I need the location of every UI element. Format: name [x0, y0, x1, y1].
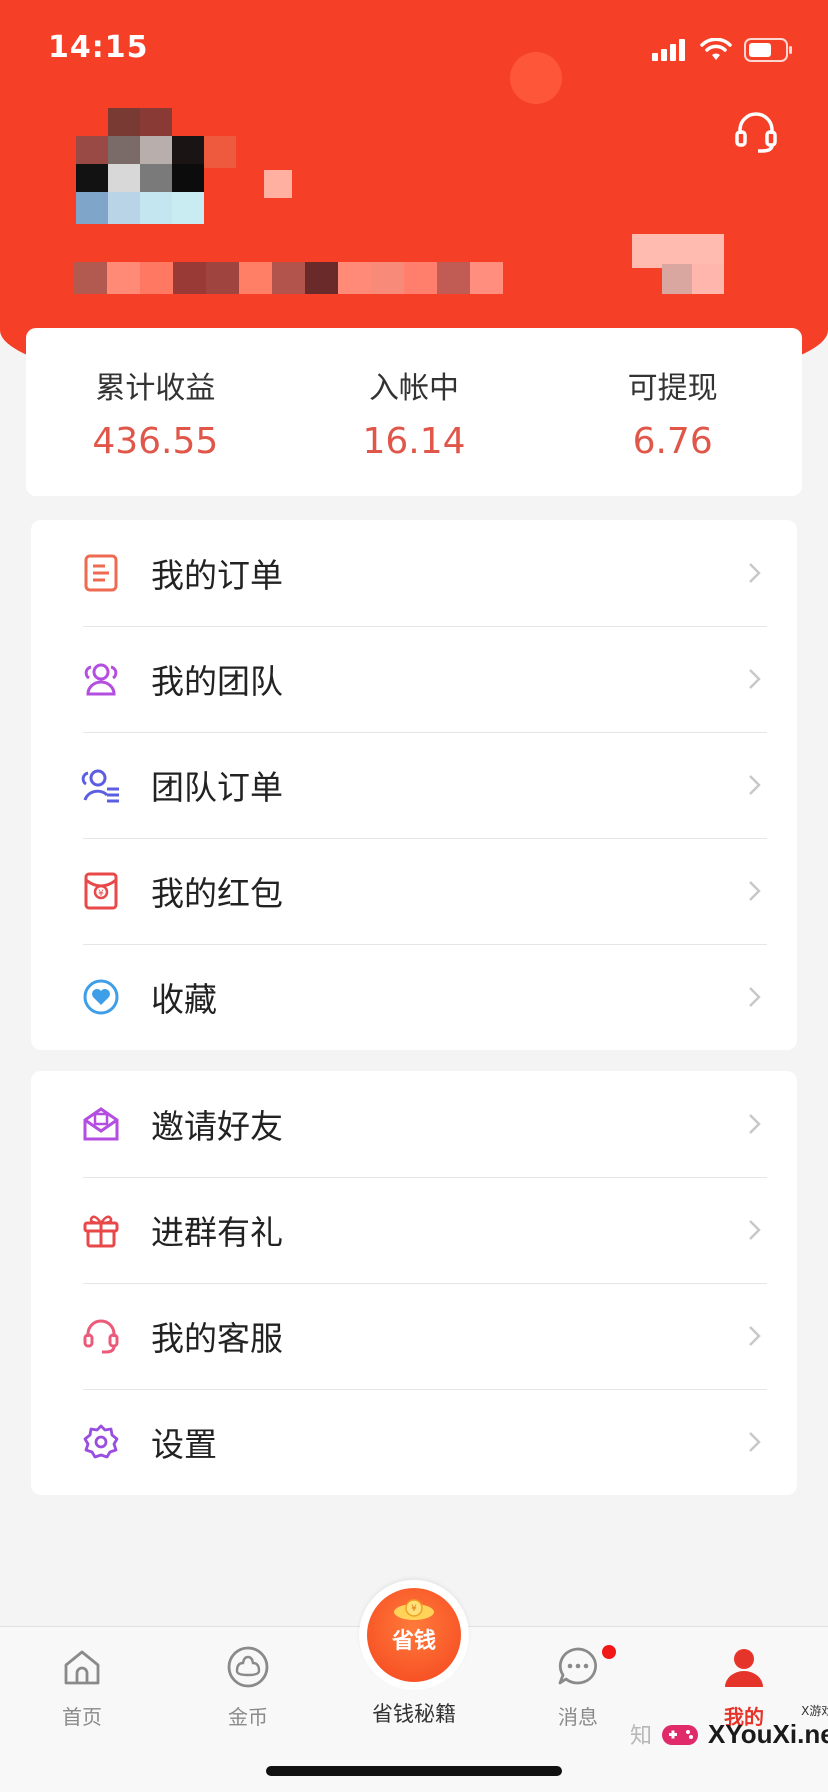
menu-item-join-group-gift[interactable]: 进群有礼 [31, 1177, 797, 1283]
order-icon [81, 553, 121, 593]
watermark-site: XYouXi.net [708, 1718, 828, 1749]
menu-item-team-orders[interactable]: 团队订单 [31, 732, 797, 838]
tab-coins[interactable]: 金币 [188, 1643, 308, 1743]
stat-value: 6.76 [632, 420, 713, 462]
coin-icon [224, 1643, 272, 1691]
avatar[interactable] [74, 108, 292, 236]
menu-label: 我的团队 [151, 662, 283, 701]
tab-label: 省钱秘籍 [372, 1702, 456, 1726]
earnings-card: 累计收益 436.55 入帐中 16.14 可提现 6.76 [26, 328, 802, 496]
invite-icon [81, 1104, 121, 1144]
member-badge[interactable] [632, 234, 724, 294]
menu-item-invite-friends[interactable]: 邀请好友 [31, 1071, 797, 1177]
watermark: 知 XYouXi.net X游戏 [630, 1704, 828, 1750]
chevron-right-icon [749, 1220, 761, 1240]
menu-item-red-envelope[interactable]: ¥ 我的红包 [31, 838, 797, 944]
center-badge-text: 省钱 [391, 1629, 436, 1654]
center-tab-ring: ¥ 省钱 [359, 1580, 469, 1690]
menu-group-main: 我的订单 我的团队 团队订单 ¥ 我的红包 收藏 [31, 520, 797, 1050]
stat-value: 16.14 [362, 420, 466, 462]
tab-label: 金币 [228, 1705, 268, 1729]
menu-item-my-team[interactable]: 我的团队 [31, 626, 797, 732]
tab-label: 消息 [558, 1705, 598, 1729]
zhihu-watermark: 知 [630, 1724, 653, 1749]
menu-label: 设置 [151, 1425, 217, 1464]
chevron-right-icon [749, 1432, 761, 1452]
chevron-right-icon [749, 669, 761, 689]
svg-text:¥: ¥ [411, 1604, 417, 1614]
status-bar: 14:15 [0, 0, 828, 100]
wifi-icon [700, 38, 732, 60]
favorite-icon [81, 977, 121, 1017]
chevron-right-icon [749, 1326, 761, 1346]
menu-label: 收藏 [151, 980, 217, 1019]
tab-messages[interactable]: 消息 [518, 1643, 638, 1743]
home-indicator [266, 1766, 562, 1776]
menu-item-settings[interactable]: 设置 [31, 1389, 797, 1495]
headset-icon [735, 112, 777, 153]
tab-money-saving-tips[interactable]: ¥ 省钱 省钱秘籍 [359, 1580, 469, 1780]
stat-label: 可提现 [627, 370, 718, 406]
watermark-small: X游戏 [801, 1704, 828, 1718]
chevron-right-icon [749, 1114, 761, 1134]
menu-label: 我的客服 [151, 1319, 283, 1358]
customer-service-button[interactable] [730, 106, 782, 158]
profile-icon [720, 1643, 768, 1691]
stat-label: 入帐中 [368, 370, 459, 406]
notification-dot [602, 1645, 616, 1659]
chevron-right-icon [749, 563, 761, 583]
chevron-right-icon [749, 775, 761, 795]
team-icon [81, 659, 121, 699]
menu-label: 进群有礼 [151, 1213, 283, 1252]
chevron-right-icon [749, 987, 761, 1007]
home-icon [58, 1643, 106, 1691]
username [74, 262, 503, 294]
team-order-icon [81, 765, 121, 805]
chevron-right-icon [749, 881, 761, 901]
money-bag-icon: ¥ 省钱 [367, 1588, 461, 1682]
battery-icon [744, 38, 792, 62]
settings-icon [81, 1422, 121, 1462]
menu-item-customer-service[interactable]: 我的客服 [31, 1283, 797, 1389]
gamepad-logo-icon [662, 1725, 699, 1745]
menu-group-secondary: 邀请好友 进群有礼 我的客服 设置 [31, 1071, 797, 1495]
status-icons [652, 38, 794, 62]
menu-item-favorites[interactable]: 收藏 [31, 944, 797, 1050]
message-icon [554, 1643, 602, 1691]
stat-total-earnings[interactable]: 累计收益 436.55 [35, 363, 275, 462]
menu-item-my-orders[interactable]: 我的订单 [31, 520, 797, 626]
red-envelope-icon: ¥ [81, 871, 121, 911]
menu-label: 我的订单 [151, 556, 283, 595]
stat-label: 累计收益 [95, 370, 216, 406]
menu-label: 团队订单 [151, 768, 283, 807]
menu-label: 邀请好友 [151, 1107, 283, 1146]
menu-label: 我的红包 [151, 874, 283, 913]
stat-withdrawable[interactable]: 可提现 6.76 [553, 363, 793, 462]
headset-icon [81, 1316, 121, 1356]
tab-label: 首页 [62, 1705, 102, 1729]
status-time: 14:15 [48, 30, 149, 65]
gift-icon [81, 1210, 121, 1250]
stat-pending[interactable]: 入帐中 16.14 [294, 363, 534, 462]
tab-home[interactable]: 首页 [22, 1643, 142, 1743]
stat-value: 436.55 [92, 420, 219, 462]
svg-text:¥: ¥ [98, 889, 104, 899]
signal-icon [652, 39, 685, 61]
